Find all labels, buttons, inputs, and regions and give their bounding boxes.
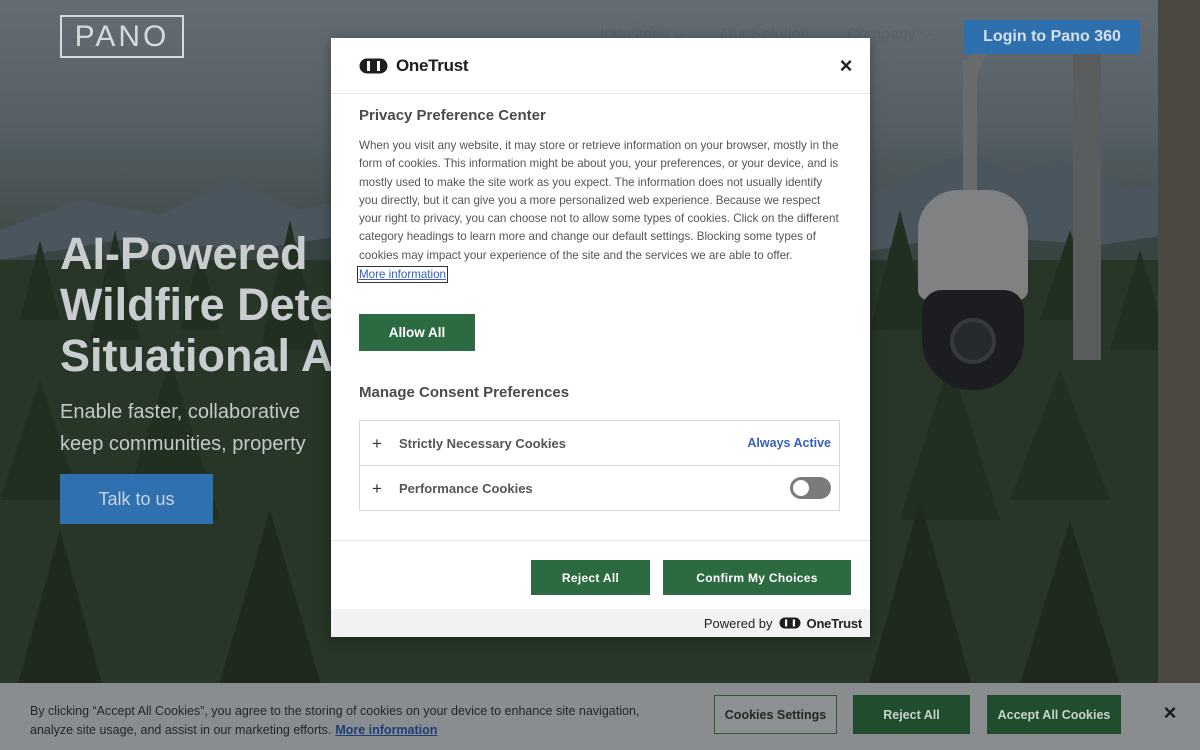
onetrust-brand-name: OneTrust — [396, 56, 469, 75]
powered-by-brand: OneTrust — [806, 615, 863, 631]
toggle-knob — [793, 480, 809, 497]
pref-label: Performance Cookies — [399, 480, 533, 496]
headline-line-3: Situational A — [60, 330, 334, 381]
close-icon[interactable]: × — [1158, 701, 1182, 725]
performance-cookies-toggle[interactable] — [790, 477, 831, 500]
onetrust-logo: OneTrust — [359, 56, 469, 76]
hero-headline: AI-Powered Wildfire Dete Situational A — [60, 228, 340, 381]
headline-line-1: AI-Powered — [60, 228, 308, 279]
allow-all-button[interactable]: Allow All — [359, 314, 475, 352]
expand-plus-icon[interactable]: + — [372, 435, 386, 452]
cookie-banner-text: By clicking “Accept All Cookies”, you ag… — [30, 702, 650, 740]
close-icon[interactable]: × — [836, 55, 856, 77]
modal-footer: Reject All Confirm My Choices — [331, 540, 870, 609]
consent-preferences-heading: Manage Consent Preferences — [359, 384, 570, 402]
talk-to-us-button[interactable]: Talk to us — [60, 474, 213, 524]
confirm-my-choices-button[interactable]: Confirm My Choices — [663, 560, 851, 595]
always-active-status: Always Active — [747, 436, 831, 451]
consent-preference-list: + Strictly Necessary Cookies Always Acti… — [359, 420, 840, 512]
modal-header: OneTrust × — [331, 38, 870, 94]
accept-all-cookies-button[interactable]: Accept All Cookies — [987, 695, 1121, 734]
pano-logo[interactable]: PANO — [60, 15, 184, 58]
banner-more-information-link[interactable]: More information — [335, 723, 437, 737]
reject-all-button[interactable]: Reject All — [531, 560, 650, 595]
hero-subheading: Enable faster, collaborative keep commun… — [60, 396, 332, 460]
onetrust-logo-icon — [779, 617, 801, 629]
privacy-preference-modal: OneTrust × Privacy Preference Center Whe… — [331, 38, 870, 637]
powered-by-label: Powered by — [703, 615, 773, 631]
pref-label: Strictly Necessary Cookies — [399, 435, 566, 451]
onetrust-logo-icon — [359, 58, 388, 74]
cookie-banner: By clicking “Accept All Cookies”, you ag… — [0, 683, 1200, 750]
pref-item-performance[interactable]: + Performance Cookies — [360, 466, 839, 512]
powered-by-footer[interactable]: Powered by OneTrust — [331, 609, 870, 637]
login-button[interactable]: Login to Pano 360 — [964, 20, 1140, 54]
modal-title: Privacy Preference Center — [359, 107, 546, 124]
modal-description: When you visit any website, it may store… — [359, 139, 839, 262]
chevron-down-icon — [920, 28, 931, 38]
headline-line-2: Wildfire Dete — [60, 279, 335, 330]
expand-plus-icon[interactable]: + — [372, 480, 386, 497]
pref-item-strictly-necessary[interactable]: + Strictly Necessary Cookies Always Acti… — [360, 421, 839, 467]
subhead-line-1: Enable faster, collaborative — [60, 401, 301, 423]
subhead-line-2: keep communities, property — [60, 433, 306, 455]
cookies-settings-button[interactable]: Cookies Settings — [714, 695, 837, 734]
modal-body[interactable]: Privacy Preference Center When you visit… — [331, 95, 870, 539]
chevron-down-icon — [673, 28, 684, 38]
more-information-link[interactable]: More information — [357, 266, 448, 284]
banner-reject-all-button[interactable]: Reject All — [853, 695, 970, 734]
